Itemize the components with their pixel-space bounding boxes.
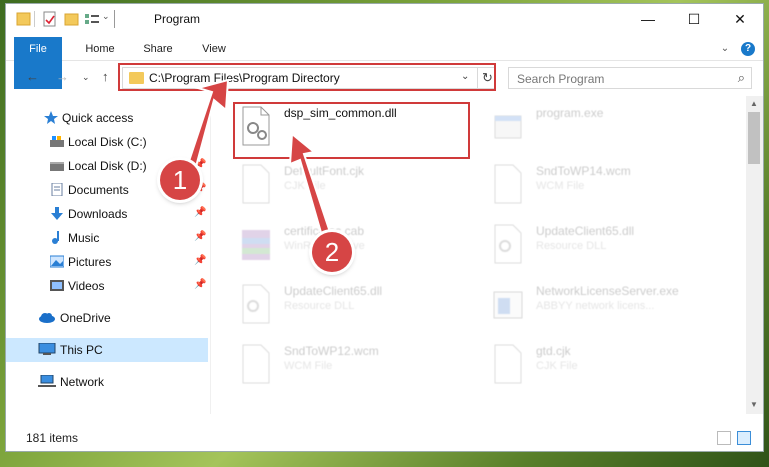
arrow-2 [288, 131, 332, 238]
callout-2: 2 [312, 232, 352, 272]
annotation-arrows [184, 78, 332, 238]
callout-1: 1 [160, 160, 200, 200]
arrow-1 [184, 78, 230, 176]
